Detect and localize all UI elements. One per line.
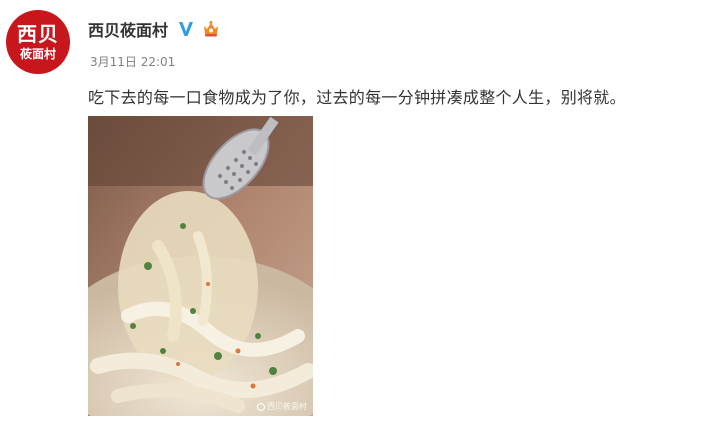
noodle-dish-photo — [88, 116, 313, 416]
weibo-logo-icon — [257, 402, 265, 411]
post-date[interactable]: 3月11日 — [90, 55, 137, 69]
avatar[interactable]: 西贝 莜面村 — [6, 10, 70, 74]
avatar-text-line1: 西贝 — [17, 21, 59, 46]
user-row: 西贝莜面村 — [88, 17, 221, 41]
verified-v-icon[interactable] — [177, 20, 195, 38]
image-watermark: 西贝莜面村 — [257, 401, 307, 412]
post-image[interactable]: 西贝莜面村 — [88, 116, 313, 416]
avatar-text-line2: 莜面村 — [19, 46, 56, 61]
post-meta: 3月11日 22:01 — [90, 53, 175, 70]
post-time[interactable]: 22:01 — [141, 55, 176, 69]
watermark-text: 西贝莜面村 — [267, 402, 307, 411]
weibo-post-card: 西贝 莜面村 西贝莜面村 3月11日 22:01 吃下去的每一口食物成为了你，过… — [0, 0, 726, 442]
username-link[interactable]: 西贝莜面村 — [88, 17, 168, 41]
post-text: 吃下去的每一口食物成为了你，过去的每一分钟拼凑成整个人生，别将就。 — [88, 88, 626, 107]
vip-crown-icon[interactable] — [201, 19, 221, 39]
